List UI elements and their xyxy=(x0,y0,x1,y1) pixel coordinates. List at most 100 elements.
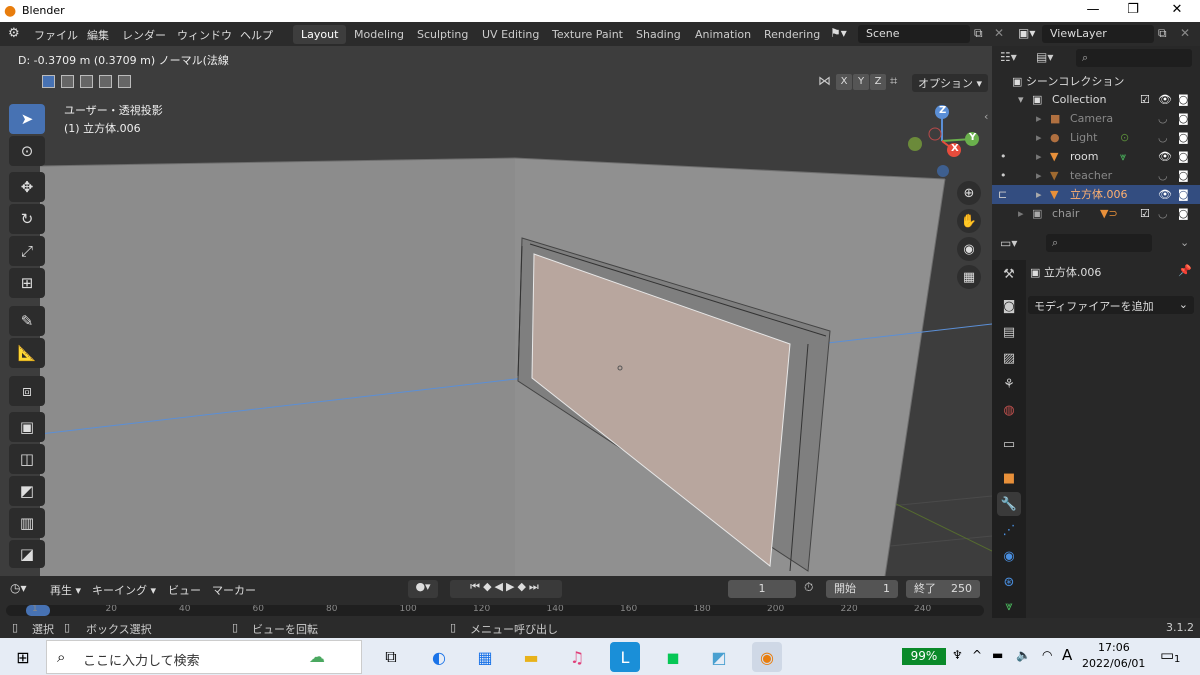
record-button[interactable]: ●▾ xyxy=(408,580,438,598)
scene-field[interactable]: Scene xyxy=(858,25,970,43)
current-frame-field[interactable]: 1 xyxy=(728,580,796,598)
delete-scene-icon[interactable]: ✕ xyxy=(994,26,1004,40)
start-frame-field[interactable]: 開始 1 xyxy=(826,580,898,598)
world-tab-icon[interactable]: ◍ xyxy=(997,398,1021,422)
annotate-tool-icon[interactable]: ✎ xyxy=(9,306,45,336)
editor-type-icon[interactable]: ◷▾ xyxy=(10,581,27,595)
expand-icon[interactable]: ▾ xyxy=(1018,90,1024,109)
playback-controls[interactable]: ⏮◆◀▶◆⏭ xyxy=(450,580,562,598)
clock-time[interactable]: 17:06 xyxy=(1098,641,1130,654)
hidden-eye-icon[interactable]: ◡ xyxy=(1158,109,1168,128)
extrude-tool-icon[interactable]: ▣ xyxy=(9,412,45,442)
outliner-search-input[interactable]: ⌕ xyxy=(1076,49,1192,67)
zoom-icon[interactable]: ⊕ xyxy=(957,181,981,205)
tab-shading[interactable]: Shading xyxy=(628,25,689,44)
new-viewlayer-icon[interactable]: ⧉ xyxy=(1158,26,1167,41)
pin-icon[interactable]: 📌 xyxy=(1178,264,1192,277)
clock-icon[interactable]: ⏱ xyxy=(804,580,813,595)
rotate-tool-icon[interactable]: ↻ xyxy=(9,204,45,234)
notes-app-icon[interactable]: ◩ xyxy=(704,642,734,672)
outliner-row-chair[interactable]: ▸ ▣ chair ▼⊃ ☑ ◡ ◙ xyxy=(992,204,1200,223)
hidden-eye-icon[interactable]: ◡ xyxy=(1158,204,1168,223)
visibility-eye-icon[interactable]: 👁 xyxy=(1158,147,1172,166)
outliner-row-cube006[interactable]: ⊏ ▸ ▼ 立方体.006 👁 ◙ xyxy=(992,185,1200,204)
viewlayer-icon[interactable]: ▣▾ xyxy=(1018,26,1035,40)
frame-ruler[interactable]: 1 20 40 60 80 100 120 140 160 180 200 220 240 xyxy=(6,605,984,616)
tab-texture-paint[interactable]: Texture Paint xyxy=(544,25,631,44)
l-app-icon[interactable]: L xyxy=(610,642,640,672)
menu-edit[interactable]: 編集 xyxy=(87,27,109,43)
weather-widget-icon[interactable]: ☁ xyxy=(309,647,325,666)
volume-icon[interactable]: 🔈 xyxy=(1016,648,1031,662)
outliner-row-collection[interactable]: ▾ ▣ Collection ☑ 👁 ◙ xyxy=(992,90,1200,109)
expand-icon[interactable]: ▸ xyxy=(1036,128,1042,147)
edge-browser-icon[interactable]: ◐ xyxy=(424,642,454,672)
add-modifier-dropdown[interactable]: モディファイアーを追加 ⌄ xyxy=(1028,296,1194,314)
scale-tool-icon[interactable]: ⤢ xyxy=(9,236,45,266)
notification-icon[interactable]: ▭ xyxy=(1160,646,1174,664)
chevron-up-icon[interactable]: ^ xyxy=(972,648,982,662)
scene-tab-icon[interactable]: ⚘ xyxy=(997,372,1021,396)
render-camera-icon[interactable]: ◙ xyxy=(1178,185,1189,204)
outliner-row-teacher[interactable]: • ▸ ▼ teacher ◡ ◙ xyxy=(992,166,1200,185)
menu-render[interactable]: レンダー xyxy=(122,27,166,43)
tool-tab-icon[interactable]: ⚒ xyxy=(997,262,1021,286)
checkbox-icon[interactable]: ☑ xyxy=(1140,204,1150,223)
select-mode-invert-icon[interactable] xyxy=(99,75,112,88)
menu-window[interactable]: ウィンドウ xyxy=(177,27,232,43)
properties-search-input[interactable]: ⌕ xyxy=(1046,234,1152,252)
usb-icon[interactable]: ♆ xyxy=(952,648,963,662)
store-icon[interactable]: ▦ xyxy=(470,642,500,672)
tab-animation[interactable]: Animation xyxy=(687,25,759,44)
sidebar-toggle-icon[interactable]: ‹ xyxy=(984,110,988,123)
windows-start-icon[interactable]: ⊞ xyxy=(8,642,38,672)
battery-icon[interactable]: ▬ xyxy=(992,648,1003,662)
pan-hand-icon[interactable]: ✋ xyxy=(957,209,981,233)
task-view-icon[interactable]: ⧉ xyxy=(376,642,406,672)
constraints-tab-icon[interactable]: ⊛ xyxy=(997,570,1021,594)
bevel-tool-icon[interactable]: ◩ xyxy=(9,476,45,506)
wifi-icon[interactable]: ◠ xyxy=(1042,648,1052,662)
scene-icon[interactable]: ⚑▾ xyxy=(830,26,847,40)
tab-uv-editing[interactable]: UV Editing xyxy=(474,25,547,44)
render-camera-icon[interactable]: ◙ xyxy=(1178,90,1189,109)
outliner-row-camera[interactable]: ▸ ■ Camera ◡ ◙ xyxy=(992,109,1200,128)
visibility-eye-icon[interactable]: 👁 xyxy=(1158,90,1172,109)
keying-menu[interactable]: キーイング ▾ xyxy=(92,582,156,598)
menu-file[interactable]: ファイル xyxy=(34,27,78,43)
marker-menu[interactable]: マーカー xyxy=(212,582,256,598)
blender-menu-icon[interactable]: ⚙ xyxy=(8,26,24,42)
loop-cut-tool-icon[interactable]: ▥ xyxy=(9,508,45,538)
mirror-icon[interactable]: ⋈ xyxy=(818,74,831,89)
ime-indicator[interactable]: A xyxy=(1062,646,1072,664)
physics-tab-icon[interactable]: ◉ xyxy=(997,544,1021,568)
itunes-icon[interactable]: ♫ xyxy=(562,642,592,672)
tab-sculpting[interactable]: Sculpting xyxy=(409,25,476,44)
3d-viewport[interactable]: D: -0.3709 m (0.3709 m) ノーマル(法線 ユーザー・透視投… xyxy=(0,46,992,576)
expand-icon[interactable]: ▸ xyxy=(1036,185,1042,204)
blender-taskbar-icon[interactable]: ◉ xyxy=(752,642,782,672)
new-scene-icon[interactable]: ⧉ xyxy=(974,26,983,41)
axis-z-button[interactable]: Z xyxy=(870,74,886,90)
expand-icon[interactable]: ▸ xyxy=(1036,166,1042,185)
visibility-eye-icon[interactable]: 👁 xyxy=(1158,185,1172,204)
maximize-button[interactable]: ❐ xyxy=(1118,2,1148,17)
measure-tool-icon[interactable]: 📐 xyxy=(9,338,45,368)
options-dropdown[interactable]: オプション ▾ xyxy=(912,74,989,92)
file-explorer-icon[interactable]: ▬ xyxy=(516,642,546,672)
object-tab-icon[interactable]: ■ xyxy=(997,466,1021,490)
tab-rendering[interactable]: Rendering xyxy=(756,25,828,44)
select-mode-extend-icon[interactable] xyxy=(61,75,74,88)
end-frame-field[interactable]: 終了 250 xyxy=(906,580,980,598)
hidden-eye-icon[interactable]: ◡ xyxy=(1158,128,1168,147)
expand-icon[interactable]: ▸ xyxy=(1036,109,1042,128)
clock-date[interactable]: 2022/06/01 xyxy=(1082,657,1145,670)
tab-layout[interactable]: Layout xyxy=(293,25,347,44)
inset-tool-icon[interactable]: ◫ xyxy=(9,444,45,474)
render-camera-icon[interactable]: ◙ xyxy=(1178,109,1189,128)
modifier-tab-icon[interactable]: 🔧 xyxy=(997,492,1021,516)
view-menu[interactable]: ビュー xyxy=(168,582,201,598)
cursor-tool-icon[interactable]: ⊙ xyxy=(9,136,45,166)
collection-tab-icon[interactable]: ▭ xyxy=(997,432,1021,456)
delete-viewlayer-icon[interactable]: ✕ xyxy=(1180,26,1190,40)
